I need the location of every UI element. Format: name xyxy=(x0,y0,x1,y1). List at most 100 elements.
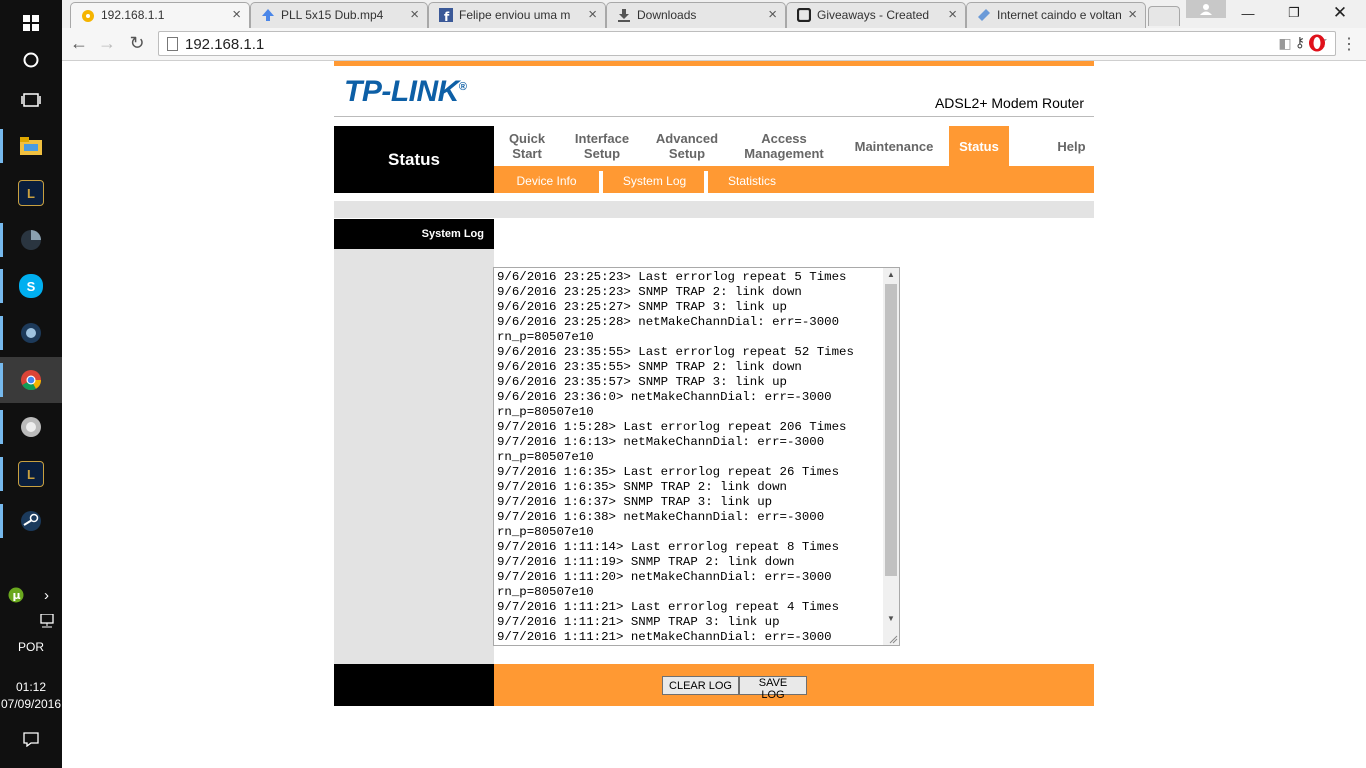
extension-button[interactable]: ◧ xyxy=(1274,34,1296,54)
close-tab-icon[interactable]: × xyxy=(948,6,957,23)
log-line: rn_p=80507e10 xyxy=(497,330,594,344)
system-log-textarea[interactable]: 9/6/2016 23:25:23> Last errorlog repeat … xyxy=(493,267,900,646)
tab-title: Felipe enviou uma m xyxy=(459,8,571,22)
running-indicator xyxy=(0,363,3,397)
log-line: 9/6/2016 23:35:55> Last errorlog repeat … xyxy=(497,345,854,359)
scroll-up-icon[interactable]: ▲ xyxy=(883,268,899,282)
forward-button[interactable]: → xyxy=(96,34,118,54)
menu-quick-start[interactable]: Quick Start xyxy=(494,126,560,166)
chrome-menu-button[interactable]: ⋮ xyxy=(1338,34,1360,54)
scroll-down-icon[interactable]: ▼ xyxy=(883,612,899,626)
tray-network[interactable] xyxy=(31,598,62,644)
log-line: 9/7/2016 1:6:37> SNMP TRAP 3: link up xyxy=(497,495,773,509)
tab-downloads[interactable]: Downloads × xyxy=(606,2,786,28)
running-indicator xyxy=(0,316,3,350)
menu-maintenance[interactable]: Maintenance xyxy=(844,126,944,166)
restore-button[interactable]: ❐ xyxy=(1272,0,1316,26)
close-tab-icon[interactable]: × xyxy=(232,6,241,23)
logo-text: TP-LINK xyxy=(344,75,459,108)
upload-arrow-icon xyxy=(262,9,274,21)
log-line: 9/7/2016 1:11:14> Last errorlog repeat 8… xyxy=(497,540,840,554)
submenu-device-info[interactable]: Device Info xyxy=(494,169,599,193)
taskbar-app-teamspeak[interactable] xyxy=(0,310,62,356)
speaker-disc-icon xyxy=(21,417,41,437)
close-window-button[interactable]: ✕ xyxy=(1318,0,1362,26)
taskbar-app-skype[interactable]: S xyxy=(0,263,62,309)
utorrent-icon: µ xyxy=(8,587,23,603)
skype-icon: S xyxy=(19,274,43,298)
submenu-system-log[interactable]: System Log xyxy=(603,169,706,193)
restore-icon: ❐ xyxy=(1288,5,1300,20)
footer-bar: CLEAR LOG SAVE LOG xyxy=(494,664,1094,706)
tab-title: Downloads xyxy=(637,8,697,22)
scroll-thumb[interactable] xyxy=(885,284,897,576)
new-tab-button[interactable] xyxy=(1148,6,1180,26)
tab-facebook[interactable]: f Felipe enviou uma m × xyxy=(428,2,606,28)
running-indicator xyxy=(0,223,3,257)
taskbar-app-unknown[interactable] xyxy=(0,217,62,263)
folder-icon xyxy=(20,137,42,155)
url-text[interactable]: 192.168.1.1 xyxy=(185,36,264,53)
clock-time: 01:12 xyxy=(15,680,47,694)
log-line: 9/7/2016 1:5:28> Last errorlog repeat 20… xyxy=(497,420,847,434)
action-center-button[interactable] xyxy=(0,716,62,762)
close-tab-icon[interactable]: × xyxy=(588,6,597,23)
taskbar-app-file-explorer[interactable] xyxy=(0,123,62,169)
taskbar-app-chrome[interactable] xyxy=(0,357,62,403)
tab-forum[interactable]: Internet caindo e voltan × xyxy=(966,2,1146,28)
taskbar-app-steam[interactable] xyxy=(0,498,62,544)
task-view-button[interactable] xyxy=(0,77,62,123)
profile-button[interactable] xyxy=(1186,0,1226,18)
reload-icon: ↻ xyxy=(129,33,145,53)
league-of-legends-icon: L xyxy=(18,461,44,487)
log-line: 9/7/2016 1:6:35> Last errorlog repeat 26… xyxy=(497,465,840,479)
key-icon[interactable]: ⚷ xyxy=(1295,34,1305,51)
submenu-statistics[interactable]: Statistics xyxy=(708,169,796,193)
running-indicator xyxy=(0,269,3,303)
menu-help[interactable]: Help xyxy=(1039,126,1104,166)
task-view-icon xyxy=(21,93,41,107)
log-line: 9/7/2016 1:11:19> SNMP TRAP 2: link down xyxy=(497,555,795,569)
tab-router[interactable]: 192.168.1.1 × xyxy=(70,2,250,28)
tab-video[interactable]: PLL 5x15 Dub.mp4 × xyxy=(250,2,428,28)
steam-icon xyxy=(21,511,41,531)
resize-grip-icon[interactable] xyxy=(888,634,898,644)
clock[interactable]: 01:12 07/09/2016 xyxy=(0,679,62,713)
log-line: 9/6/2016 23:25:23> Last errorlog repeat … xyxy=(497,270,847,284)
tab-giveaways[interactable]: Giveaways - Created × xyxy=(786,2,966,28)
running-indicator xyxy=(0,410,3,444)
close-tab-icon[interactable]: × xyxy=(768,6,777,23)
log-line: 9/6/2016 23:35:57> SNMP TRAP 3: link up xyxy=(497,375,787,389)
close-tab-icon[interactable]: × xyxy=(410,6,419,23)
minimize-button[interactable]: — xyxy=(1226,0,1270,26)
back-button[interactable]: ← xyxy=(68,34,90,54)
back-arrow-icon: ← xyxy=(70,33,88,53)
log-line: 9/7/2016 1:11:21> SNMP TRAP 3: link up xyxy=(497,615,780,629)
taskbar-app-media[interactable] xyxy=(0,404,62,450)
menu-interface-setup[interactable]: Interface Setup xyxy=(570,126,634,166)
menu-status[interactable]: Status xyxy=(949,126,1009,166)
close-tab-icon[interactable]: × xyxy=(1128,6,1137,23)
minimize-icon: — xyxy=(1241,5,1255,21)
menu-access-management[interactable]: Access Management xyxy=(734,126,834,166)
tab-title: PLL 5x15 Dub.mp4 xyxy=(281,8,384,22)
save-log-button[interactable]: SAVE LOG xyxy=(739,676,807,701)
clear-log-button[interactable]: CLEAR LOG xyxy=(662,676,739,695)
taskbar-app-league-client[interactable]: L xyxy=(0,170,62,216)
network-icon xyxy=(39,614,54,628)
reload-button[interactable]: ↻ xyxy=(126,34,148,54)
tray-utorrent[interactable]: µ xyxy=(0,572,31,618)
log-line: 9/7/2016 1:11:20> netMakeChannDial: err=… xyxy=(497,570,832,584)
browser-toolbar: ← → ↻ 192.168.1.1 ⚷ ☆ ◧ ⋮ xyxy=(62,28,1366,61)
taskbar-app-league-game[interactable]: L xyxy=(0,451,62,497)
league-of-legends-icon: L xyxy=(18,180,44,206)
teamspeak-icon xyxy=(21,323,41,343)
opera-icon xyxy=(1309,34,1325,52)
log-line: 9/6/2016 23:25:27> SNMP TRAP 3: link up xyxy=(497,300,787,314)
windows-icon xyxy=(23,15,39,31)
opera-extension-button[interactable] xyxy=(1306,34,1328,54)
input-language[interactable]: POR xyxy=(0,640,62,654)
log-scrollbar[interactable]: ▲ ▼ xyxy=(883,268,899,645)
menu-advanced-setup[interactable]: Advanced Setup xyxy=(650,126,724,166)
address-bar[interactable]: 192.168.1.1 ⚷ ☆ xyxy=(158,31,1336,56)
